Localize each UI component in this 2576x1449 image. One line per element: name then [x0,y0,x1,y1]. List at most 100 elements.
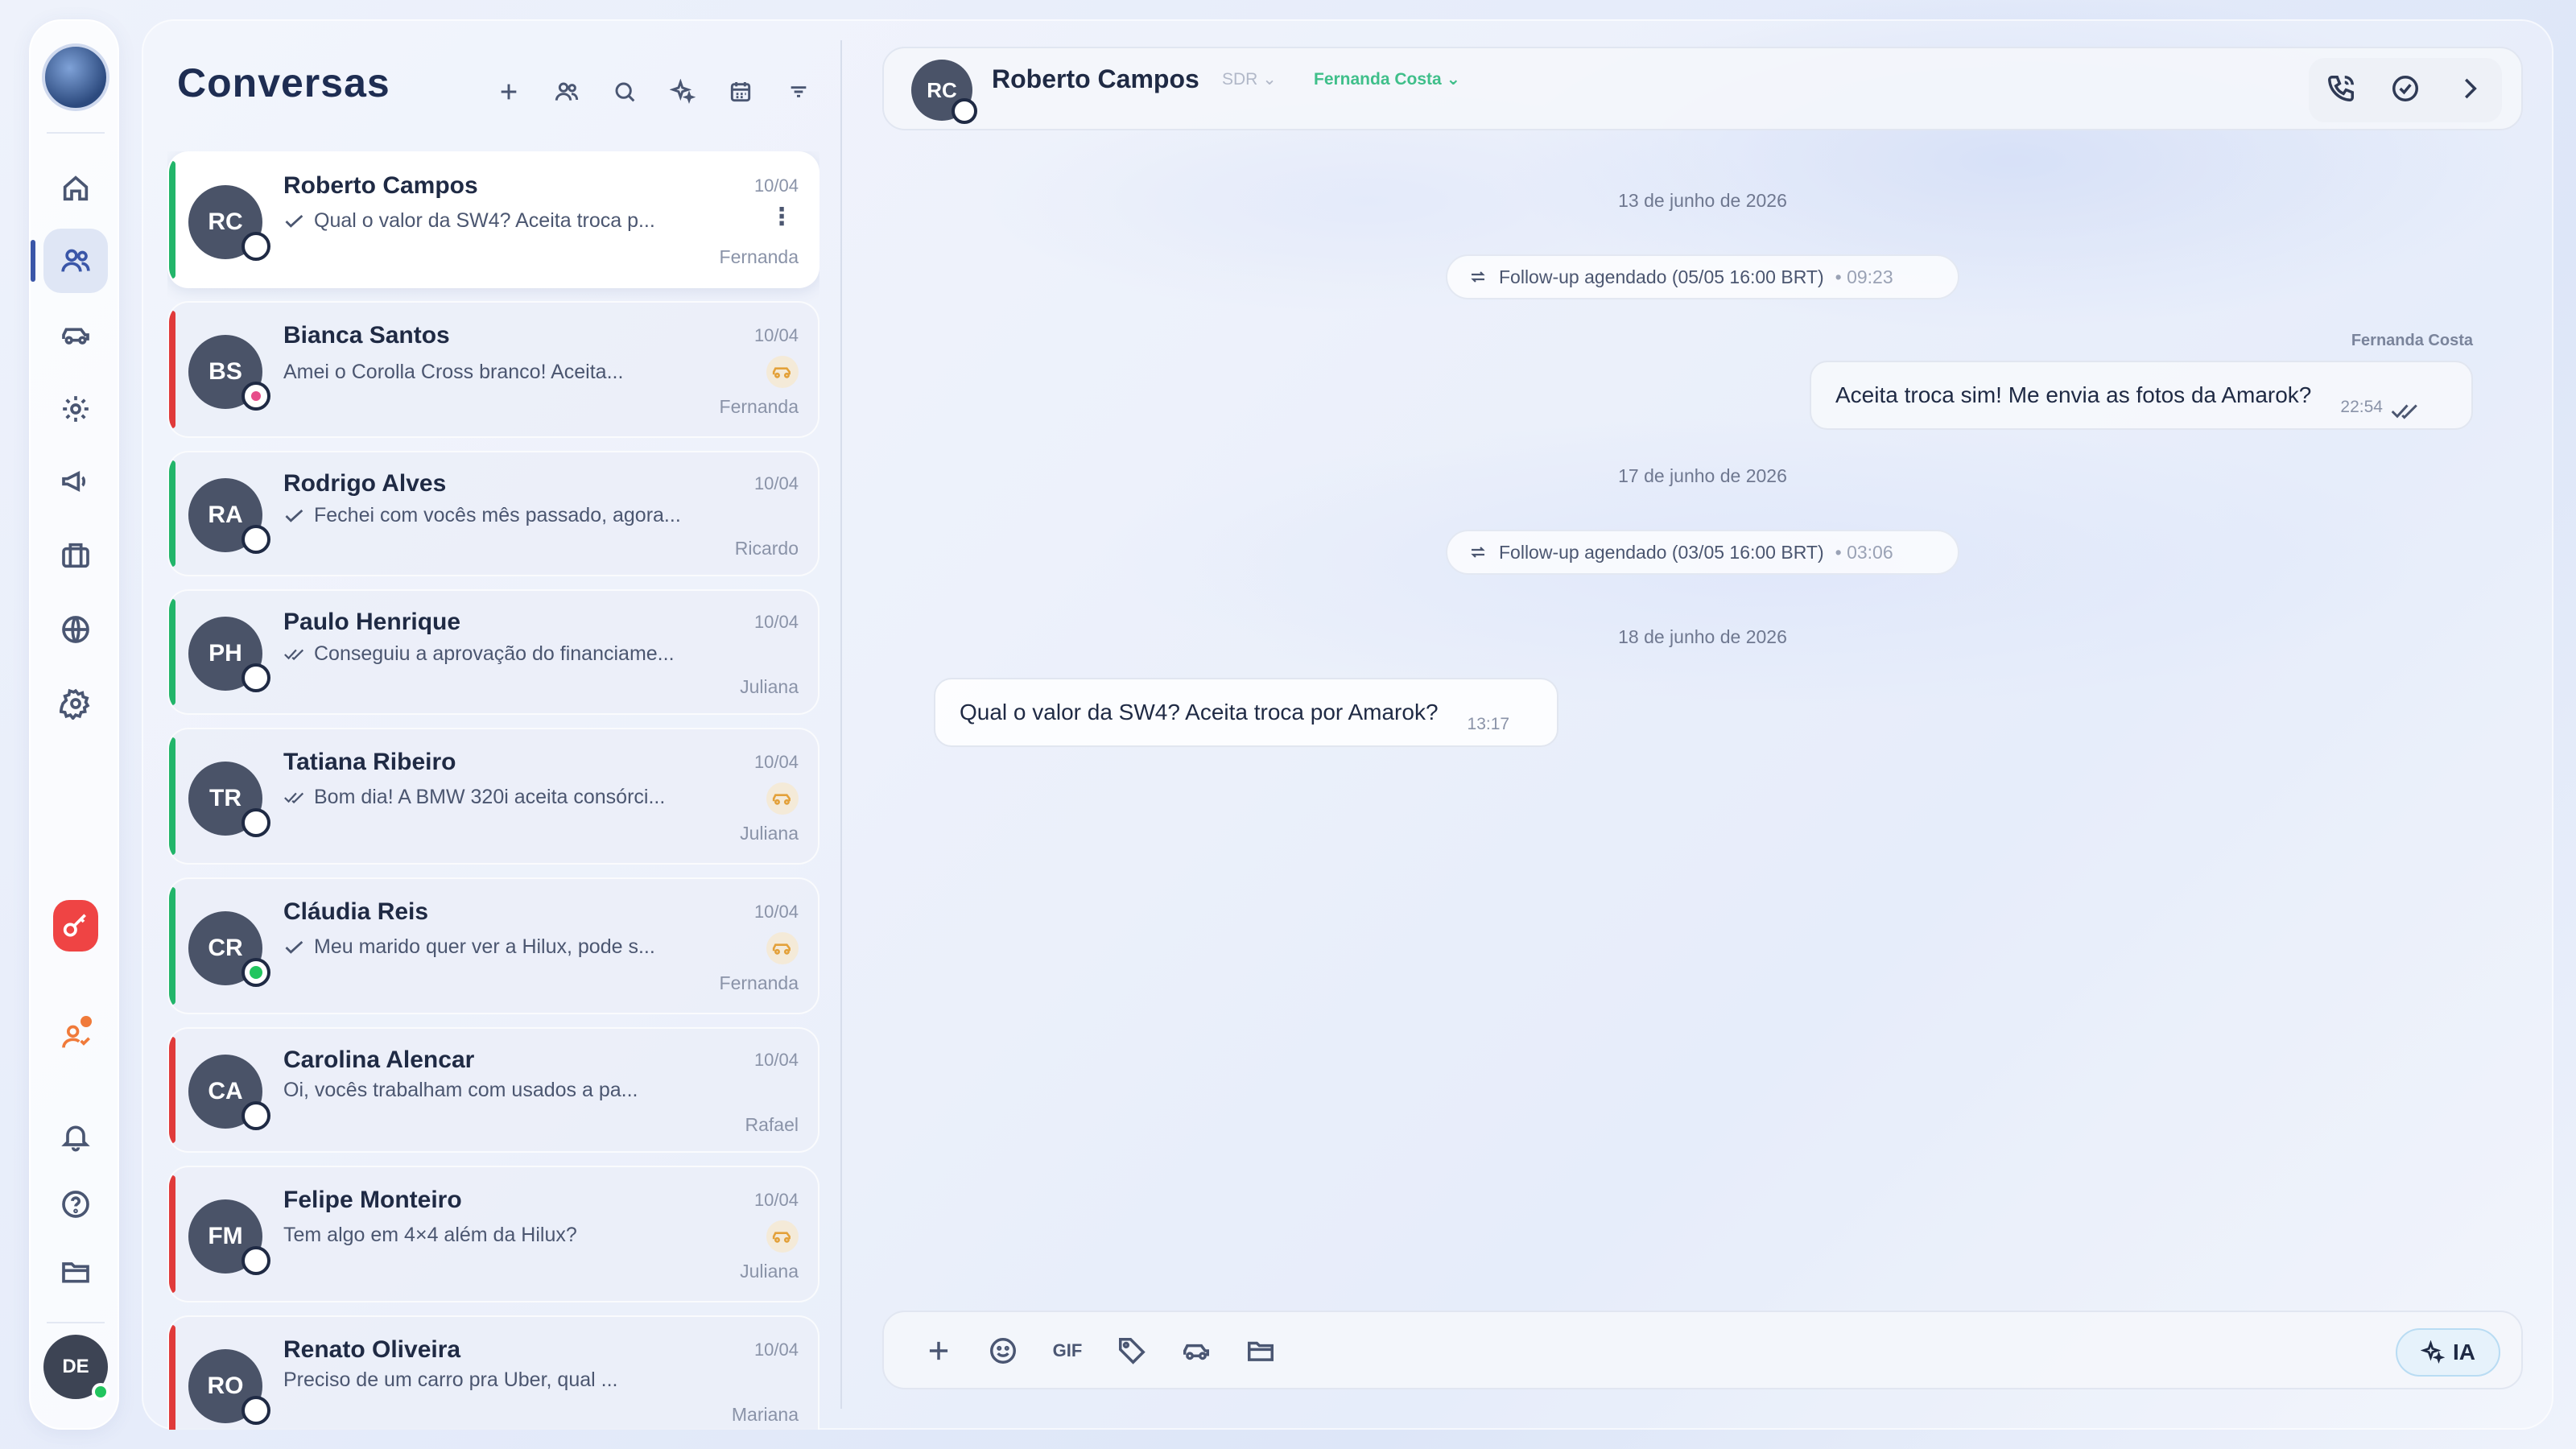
megaphone-icon [62,471,86,492]
assigned-agent: Fernanda [719,396,799,417]
new-conversation-button[interactable] [480,69,538,114]
rail-separator [47,132,105,134]
agent-label: Fernanda Costa [1314,70,1442,89]
status-bar [169,1037,175,1143]
message-preview: Amei o Corolla Cross branco! Aceita... [283,361,623,384]
preview-text: Qual o valor da SW4? Aceita troca p... [314,209,655,232]
rail-item-notifications[interactable] [43,1104,108,1169]
folder-icon [62,1262,89,1283]
conversation-card[interactable]: RC Roberto Campos Qual o valor da SW4? A… [167,151,819,288]
message-date: 10/04 [753,612,799,632]
call-button[interactable] [2326,73,2356,108]
car-icon [772,1232,791,1243]
rail-item-files[interactable] [43,1240,108,1304]
search-button[interactable] [596,69,654,114]
channel-status [242,663,270,692]
rail-item-business[interactable] [43,523,108,588]
contact-name: Rodrigo Alves [283,470,447,497]
contact-name: Roberto Campos [992,64,1199,93]
rail-item-campaigns[interactable] [43,449,108,514]
rail-item-leads[interactable] [43,1005,108,1069]
rail-item-vehicles[interactable] [43,303,108,367]
conversation-card[interactable]: CA Carolina Alencar Oi, vocês trabalham … [167,1027,819,1153]
rail-item-tools[interactable] [53,900,98,952]
conversation-card[interactable]: CR Cláudia Reis Meu marido quer ver a Hi… [167,877,819,1014]
conversation-card[interactable]: BS Bianca Santos Amei o Corolla Cross br… [167,301,819,438]
rail-separator [47,1322,105,1323]
plus-icon [929,1341,948,1360]
conversation-card[interactable]: RO Renato Oliveira Preciso de um carro p… [167,1315,819,1430]
conversation-card[interactable]: PH Paulo Henrique Conseguiu a aprovação … [167,589,819,715]
role-label: SDR [1222,70,1258,89]
panel-divider [840,40,842,1409]
calendar-button[interactable] [712,69,770,114]
date-separator: 13 de junho de 2026 [1618,190,1787,211]
rail-item-settings[interactable] [43,671,108,736]
message-time: 13:17 [1467,715,1510,733]
channel-status-whatsapp [242,958,270,987]
channel-status [242,1246,270,1275]
sparkles-icon [2421,1340,2445,1364]
repeat-icon [1471,271,1485,283]
contact-name: Carolina Alencar [283,1046,475,1073]
assigned-agent: Juliana [740,1261,799,1282]
message-date: 10/04 [753,1050,799,1070]
expand-details-button[interactable] [2454,73,2485,108]
contacts-button[interactable] [538,69,596,114]
rail-item-home[interactable] [43,156,108,221]
check-icon [285,509,303,522]
rail-item-automations[interactable] [43,377,108,441]
contact-name: Cláudia Reis [283,898,429,925]
help-icon [62,1191,89,1218]
assigned-agent: Fernanda [719,972,799,993]
message-text: Aceita troca sim! Me envia as fotos da A… [1835,382,2312,407]
outgoing-message[interactable]: Aceita troca sim! Me envia as fotos da A… [1810,361,2473,430]
files-button[interactable] [1235,1327,1286,1375]
channel-status [242,525,270,554]
status-bar [169,887,175,1005]
message-preview: Tem algo em 4×4 além da Hilux? [283,1224,577,1247]
channel-status [242,232,270,261]
rail-item-help[interactable] [43,1172,108,1236]
conversation-card[interactable]: FM Felipe Monteiro Tem algo em 4×4 além … [167,1166,819,1302]
bell-icon [61,1125,90,1152]
emoji-button[interactable] [977,1327,1029,1375]
channel-status [952,98,977,124]
conversation-toolbar [480,69,828,114]
home-icon [63,175,89,201]
conversation-card[interactable]: RA Rodrigo Alves Fechei com vocês mês pa… [167,451,819,576]
vehicle-button[interactable] [1170,1327,1222,1375]
ai-button[interactable] [654,69,712,114]
more-options-button[interactable]: ⋮ [770,203,794,231]
agent-select[interactable]: Fernanda Costa ⌄ [1314,69,1460,89]
rail-item-contacts[interactable] [31,229,108,293]
avatar-initials: PH [208,640,242,667]
composer-toolbar: GIF [913,1327,1286,1375]
filter-button[interactable] [770,69,828,114]
event-time: • 03:06 [1835,541,1893,563]
gif-button[interactable]: GIF [1042,1327,1093,1375]
check-circle-icon [2392,75,2418,101]
assigned-agent: Juliana [740,676,799,697]
message-date: 10/04 [753,1340,799,1360]
car-icon [1183,1344,1209,1360]
conversation-card[interactable]: TR Tatiana Ribeiro Bom dia! A BMW 320i a… [167,728,819,865]
message-preview: Preciso de um carro pra Uber, qual ... [283,1368,617,1392]
role-select[interactable]: SDR ⌄ [1222,69,1277,89]
conversation-list: RC Roberto Campos Qual o valor da SW4? A… [167,151,819,1430]
resolve-button[interactable] [2390,73,2421,108]
preview-text: Preciso de um carro pra Uber, qual ... [283,1368,618,1391]
message-date: 10/04 [753,473,799,493]
ai-assist-button[interactable]: IA [2396,1328,2500,1377]
app-logo[interactable] [42,43,109,111]
preview-text: Conseguiu a aprovação do financiame... [314,642,675,665]
user-avatar[interactable]: DE [43,1335,109,1401]
attach-button[interactable] [913,1327,964,1375]
calendar-icon [730,82,751,102]
folder-icon [1248,1341,1274,1361]
tag-button[interactable] [1106,1327,1158,1375]
chevron-right-icon [2465,78,2477,98]
incoming-message[interactable]: Qual o valor da SW4? Aceita troca por Am… [934,678,1558,747]
rail-item-web[interactable] [43,597,108,662]
message-preview: Bom dia! A BMW 320i aceita consórci... [283,786,665,809]
